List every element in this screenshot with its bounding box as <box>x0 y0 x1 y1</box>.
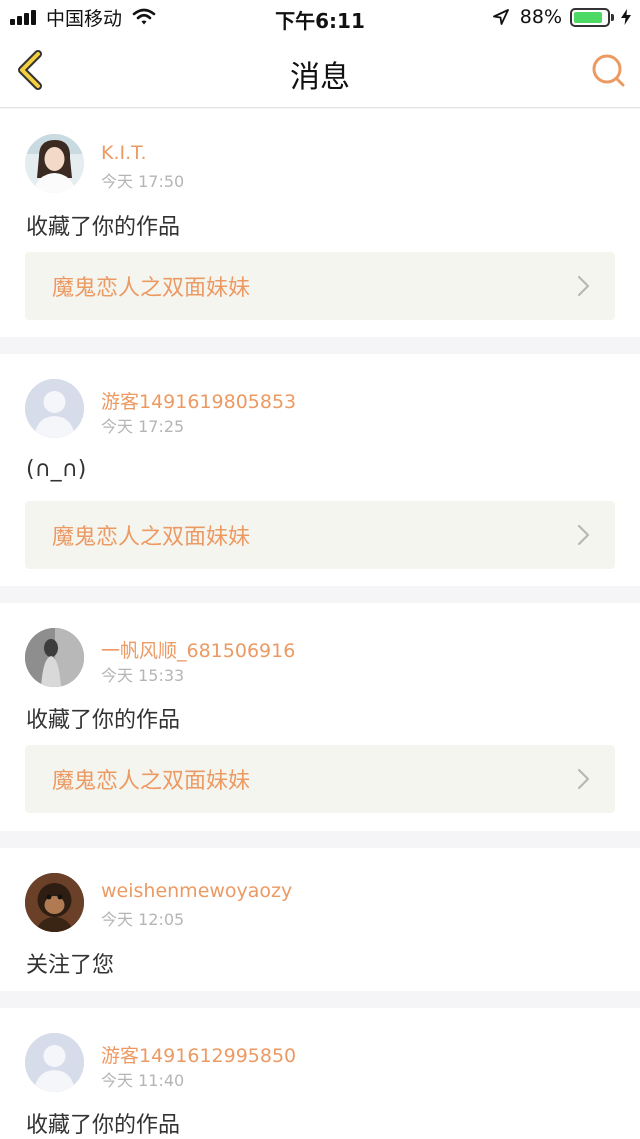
chevron-right-icon <box>577 275 590 297</box>
message-text: (∩_∩) <box>26 457 87 482</box>
default-user-icon <box>25 1033 84 1092</box>
avatar[interactable] <box>25 628 84 687</box>
work-title: 魔鬼恋人之双面妹妹 <box>52 276 251 301</box>
message-time: 今天 11:40 <box>101 1071 185 1090</box>
message-list: K.I.T. 今天 17:50 收藏了你的作品 魔鬼恋人之双面妹妹 游客1491… <box>0 109 640 1139</box>
default-user-icon <box>25 379 84 438</box>
message-card: 一帆风顺_681506916 今天 15:33 收藏了你的作品 魔鬼恋人之双面妹… <box>0 603 640 831</box>
avatar[interactable] <box>25 873 84 932</box>
user-photo-image <box>25 134 84 193</box>
username[interactable]: 游客1491612995850 <box>101 1041 296 1068</box>
avatar[interactable] <box>25 379 84 438</box>
work-link[interactable]: 魔鬼恋人之双面妹妹 <box>25 745 615 813</box>
message-text: 收藏了你的作品 <box>26 215 181 240</box>
avatar[interactable] <box>25 134 84 193</box>
username[interactable]: 一帆风顺_681506916 <box>101 636 295 663</box>
nav-bar: 消息 <box>0 34 640 108</box>
status-right: 88% <box>492 5 632 29</box>
battery-icon <box>570 7 610 27</box>
work-link[interactable]: 魔鬼恋人之双面妹妹 <box>25 252 615 320</box>
chevron-right-icon <box>577 524 590 546</box>
battery-percent: 88% <box>519 6 562 28</box>
message-card: K.I.T. 今天 17:50 收藏了你的作品 魔鬼恋人之双面妹妹 <box>0 109 640 337</box>
message-card: 游客1491612995850 今天 11:40 收藏了你的作品 <box>0 1008 640 1139</box>
message-card: weishenmewoyaozy 今天 12:05 关注了您 <box>0 848 640 991</box>
username[interactable]: 游客1491619805853 <box>101 387 296 414</box>
message-time: 今天 15:33 <box>101 666 185 685</box>
search-icon <box>592 54 625 87</box>
message-text: 关注了您 <box>26 953 115 978</box>
work-title: 魔鬼恋人之双面妹妹 <box>52 769 251 794</box>
message-text: 收藏了你的作品 <box>26 1113 181 1138</box>
avatar[interactable] <box>25 1033 84 1092</box>
username[interactable]: weishenmewoyaozy <box>101 880 292 902</box>
message-time: 今天 17:50 <box>101 172 185 191</box>
chevron-right-icon <box>577 768 590 790</box>
battery-nub <box>611 13 614 21</box>
message-time: 今天 17:25 <box>101 417 185 436</box>
charging-bolt-icon <box>621 9 631 25</box>
battery-fill <box>574 11 603 23</box>
message-text: 收藏了你的作品 <box>26 708 181 733</box>
page-title: 消息 <box>290 60 350 95</box>
work-link[interactable]: 魔鬼恋人之双面妹妹 <box>25 501 615 569</box>
username[interactable]: K.I.T. <box>101 142 147 164</box>
user-photo-image <box>25 628 84 687</box>
user-photo-image <box>25 873 84 932</box>
message-card: 游客1491619805853 今天 17:25 (∩_∩) 魔鬼恋人之双面妹妹 <box>0 354 640 586</box>
work-title: 魔鬼恋人之双面妹妹 <box>52 525 251 550</box>
location-arrow-icon <box>492 9 509 25</box>
status-bar: 中国移动 下午6:11 88% <box>0 0 640 34</box>
search-button[interactable] <box>586 48 630 92</box>
message-time: 今天 12:05 <box>101 910 185 929</box>
